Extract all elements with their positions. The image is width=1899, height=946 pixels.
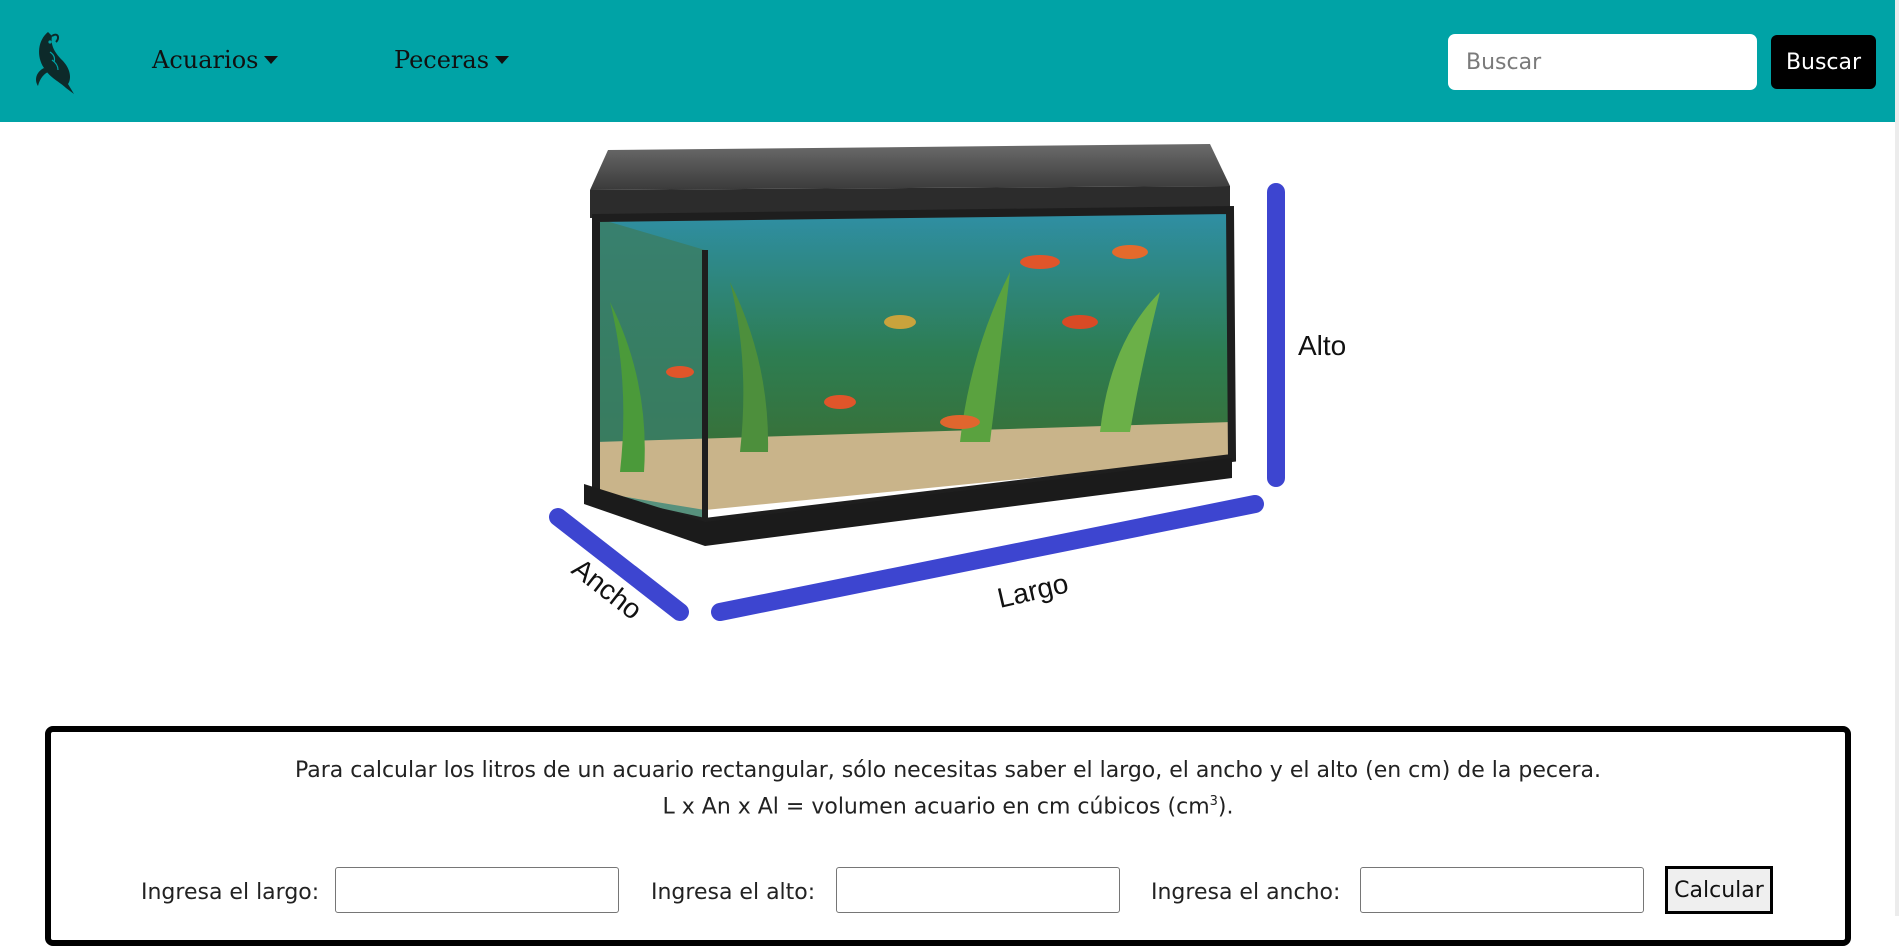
page-scrollbar[interactable]	[1895, 0, 1899, 916]
nav-dropdown-peceras[interactable]: Peceras	[394, 46, 510, 74]
ancho-input[interactable]	[1360, 867, 1644, 913]
calculator-intro: Para calcular los litros de un acuario r…	[294, 758, 1602, 783]
ancho-label: Ingresa el ancho:	[1151, 880, 1341, 905]
alto-input[interactable]	[836, 867, 1120, 913]
top-navbar: Acuarios Peceras Buscar	[0, 0, 1895, 122]
largo-input[interactable]	[335, 867, 619, 913]
nav-dropdown-peceras-label: Peceras	[394, 46, 490, 74]
calculator-formula: L x An x Al = volumen acuario en cm cúbi…	[51, 794, 1845, 819]
formula-suffix: ).	[1217, 794, 1234, 820]
aquarium-tank-image: Alto Largo Ancho	[549, 144, 1346, 626]
nav-dropdown-acuarios[interactable]: Acuarios	[152, 46, 279, 74]
formula-superscript: 3	[1209, 794, 1218, 809]
search-input[interactable]	[1448, 34, 1757, 90]
largo-label: Ingresa el largo:	[141, 880, 320, 905]
dimension-label-alto: Alto	[1298, 330, 1346, 361]
koi-fish-logo-icon[interactable]	[30, 28, 80, 96]
dimension-label-largo: Largo	[994, 568, 1071, 614]
liters-calculator-panel: Para calcular los litros de un acuario r…	[45, 726, 1851, 946]
search-button[interactable]: Buscar	[1771, 35, 1876, 89]
caret-down-icon	[264, 56, 279, 64]
formula-text: L x An x Al = volumen acuario en cm cúbi…	[662, 794, 1210, 820]
calculate-button[interactable]: Calcular	[1665, 866, 1773, 914]
caret-down-icon	[495, 56, 510, 64]
alto-label: Ingresa el alto:	[651, 880, 816, 905]
nav-dropdown-acuarios-label: Acuarios	[152, 46, 259, 74]
